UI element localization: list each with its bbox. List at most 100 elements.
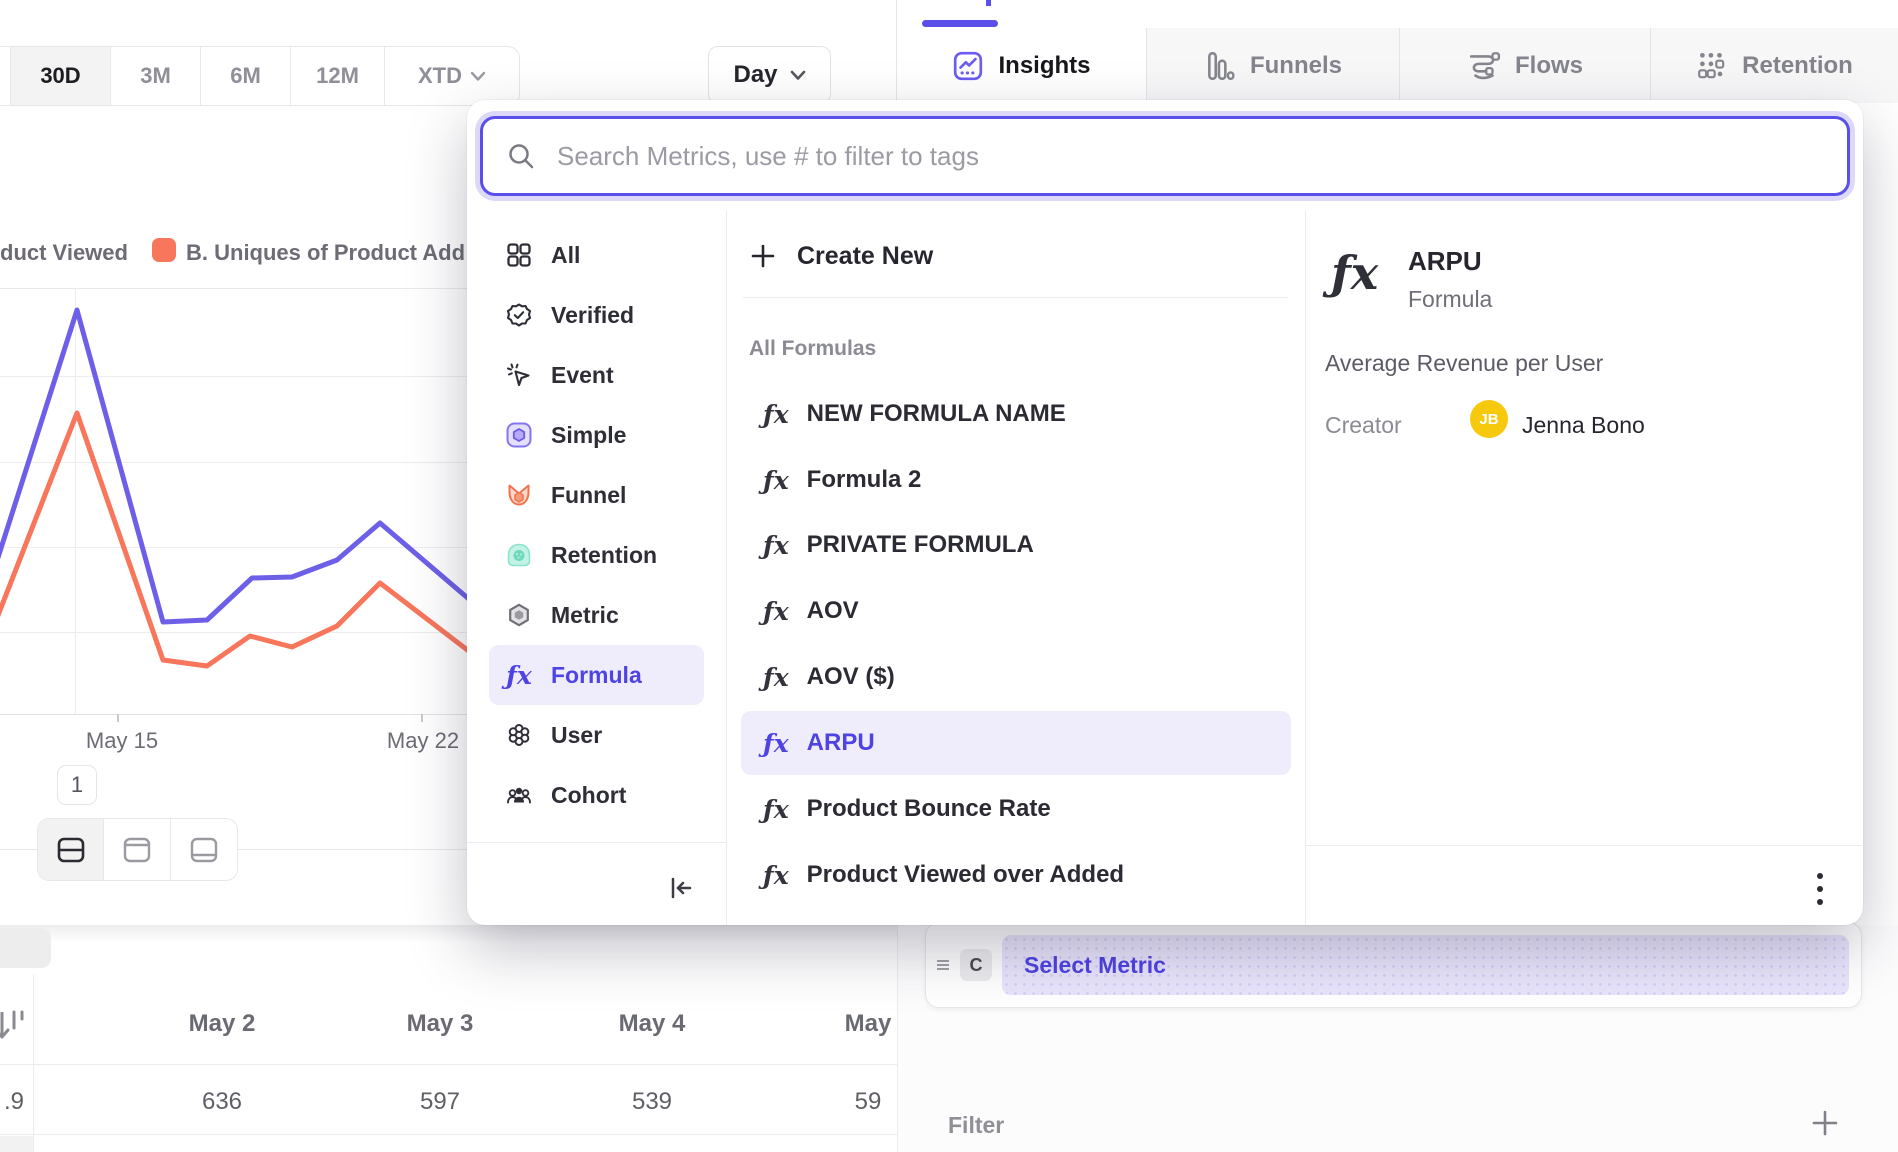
- formula-item[interactable]: ƒx Formula 2: [741, 448, 1291, 512]
- table-left-tab: [0, 928, 51, 968]
- scrubber-tick: [986, 0, 991, 6]
- category-label: Simple: [551, 422, 626, 449]
- category-label: Funnel: [551, 482, 626, 509]
- layout-top-bar-icon: [120, 833, 154, 867]
- formula-item-selected[interactable]: ƒx ARPU: [741, 711, 1291, 775]
- tab-retention-label: Retention: [1742, 52, 1853, 80]
- metric-search-input[interactable]: [557, 141, 1757, 172]
- modal-divider: [726, 210, 727, 925]
- formulas-section-header: All Formulas: [749, 337, 876, 361]
- list-divider: [743, 297, 1288, 298]
- time-range-30d[interactable]: 30D: [11, 47, 111, 105]
- fx-icon: ƒx: [763, 861, 789, 890]
- category-retention[interactable]: Retention: [489, 525, 704, 585]
- select-metric-button[interactable]: Select Metric: [1002, 935, 1849, 995]
- table-header-cell[interactable]: May 2: [142, 1010, 302, 1038]
- category-user[interactable]: User: [489, 705, 704, 765]
- layout-bottom-bar-button[interactable]: [171, 819, 237, 880]
- category-metric[interactable]: Metric: [489, 585, 704, 645]
- fx-icon: ƒx: [763, 729, 789, 758]
- detail-type: Formula: [1408, 286, 1492, 313]
- metric-slot-key-badge: C: [960, 949, 992, 981]
- time-range-cutoff[interactable]: [0, 47, 11, 105]
- formula-item-label: ARPU: [807, 729, 875, 757]
- time-range-12m[interactable]: 12M: [291, 47, 385, 105]
- modal-divider: [1305, 210, 1306, 925]
- category-all[interactable]: All: [489, 225, 704, 285]
- tab-flows[interactable]: Flows: [1400, 28, 1651, 103]
- modal-drop-shadow: [0, 925, 897, 943]
- formula-item-label: Formula 2: [807, 466, 922, 494]
- metric-search-container: [480, 116, 1850, 196]
- pagination-page-button[interactable]: 1: [57, 765, 97, 805]
- retention-icon: [1696, 50, 1728, 82]
- chevron-down-icon: [790, 70, 806, 81]
- granularity-dropdown[interactable]: Day: [708, 46, 831, 104]
- tab-funnels[interactable]: Funnels: [1147, 28, 1400, 103]
- category-formula[interactable]: ƒx Formula: [489, 645, 704, 705]
- category-label: Event: [551, 362, 614, 389]
- layout-bottom-bar-icon: [187, 833, 221, 867]
- category-label: All: [551, 242, 580, 269]
- formula-item[interactable]: ƒxAOV: [741, 579, 1291, 643]
- verified-badge-icon: [506, 302, 532, 328]
- simple-metric-icon: [506, 422, 532, 448]
- time-range-6m[interactable]: 6M: [201, 47, 291, 105]
- sort-descending-icon[interactable]: [0, 1006, 24, 1044]
- table-header-cell[interactable]: May 4: [572, 1010, 732, 1038]
- category-cohort[interactable]: Cohort: [489, 765, 704, 825]
- table-row-border: [0, 1064, 897, 1065]
- fx-icon: ƒx: [763, 531, 789, 560]
- formula-item[interactable]: ƒxProduct Viewed over Added: [741, 843, 1291, 907]
- category-verified[interactable]: Verified: [489, 285, 704, 345]
- category-label: User: [551, 722, 602, 749]
- tab-retention[interactable]: Retention: [1651, 28, 1898, 103]
- table-header-cell[interactable]: May: [788, 1010, 897, 1038]
- legend-series-b-swatch: [152, 238, 176, 262]
- formula-item-label: PRIVATE FORMULA: [807, 531, 1034, 559]
- more-options-button[interactable]: [1805, 868, 1835, 912]
- layout-top-bar-button[interactable]: [104, 819, 170, 880]
- table-cell-partial: .9: [4, 1088, 24, 1116]
- formula-item[interactable]: ƒxAOV ($): [741, 645, 1291, 709]
- add-filter-button[interactable]: [1810, 1108, 1840, 1138]
- x-axis-tick: [117, 714, 119, 722]
- formula-item[interactable]: ƒx PRIVATE FORMULA: [741, 513, 1291, 577]
- formula-item[interactable]: ƒxProduct Bounce Rate: [741, 777, 1291, 841]
- fx-icon: ƒx: [763, 795, 789, 824]
- collapse-sidebar-button[interactable]: [665, 872, 697, 904]
- fx-icon: ƒx: [763, 597, 789, 626]
- detail-fx-icon: ƒx: [1331, 246, 1378, 300]
- category-label: Verified: [551, 302, 634, 329]
- layout-split-rows-button[interactable]: [38, 819, 104, 880]
- retention-metric-icon: [506, 542, 532, 568]
- category-event[interactable]: Event: [489, 345, 704, 405]
- grid-icon: [506, 242, 532, 268]
- detail-description: Average Revenue per User: [1325, 350, 1603, 377]
- tab-insights[interactable]: Insights: [897, 28, 1147, 103]
- metric-picker-modal: All Verified Event Simple Funnel Retenti…: [467, 100, 1863, 925]
- category-funnel[interactable]: Funnel: [489, 465, 704, 525]
- filter-section-label: Filter: [948, 1112, 1004, 1139]
- time-range-xtd[interactable]: XTD: [385, 47, 519, 105]
- fx-icon: ƒx: [763, 466, 789, 495]
- search-icon: [507, 142, 535, 170]
- metric-slot-card: C Select Metric: [925, 922, 1862, 1008]
- layout-toggle-group: [37, 818, 238, 881]
- report-tabs: Insights Funnels Flows Retention: [897, 28, 1898, 103]
- granularity-label: Day: [733, 61, 777, 89]
- formula-item[interactable]: ƒxNEW FORMULA NAME: [741, 382, 1291, 446]
- formula-fx-icon: ƒx: [506, 662, 532, 688]
- metric-hexagon-icon: [506, 602, 532, 628]
- category-label: Cohort: [551, 782, 626, 809]
- create-new-button[interactable]: Create New: [750, 225, 933, 287]
- legend-series-b-label: B. Uniques of Product Add: [186, 240, 465, 266]
- chevron-down-icon: [470, 71, 486, 82]
- funnels-icon: [1204, 50, 1236, 82]
- drag-handle-icon[interactable]: [936, 957, 950, 973]
- table-header-cell[interactable]: May 3: [360, 1010, 520, 1038]
- time-range-3m[interactable]: 3M: [111, 47, 201, 105]
- time-range-group: 30D 3M 6M 12M XTD: [0, 46, 520, 106]
- category-simple[interactable]: Simple: [489, 405, 704, 465]
- fx-icon: ƒx: [763, 663, 789, 692]
